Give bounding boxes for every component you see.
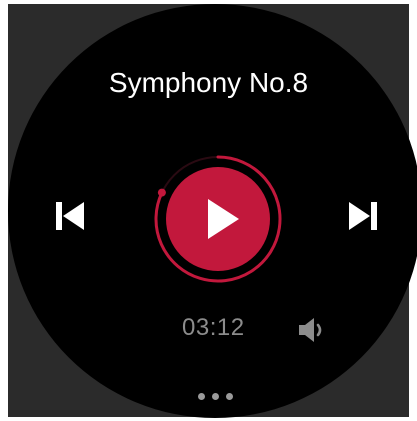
volume-button[interactable] <box>297 316 331 344</box>
volume-icon <box>299 318 322 342</box>
skip-previous-icon <box>56 202 84 230</box>
play-progress-cluster <box>151 152 285 286</box>
next-track-button[interactable] <box>343 196 383 236</box>
page-dot <box>198 393 205 400</box>
progress-knob[interactable] <box>157 188 166 197</box>
page-indicator[interactable] <box>198 393 236 401</box>
page-dot <box>226 393 233 400</box>
track-title: Symphony No.8 <box>108 67 309 98</box>
play-button[interactable] <box>166 167 270 271</box>
skip-next-icon <box>349 202 377 230</box>
page-dot <box>212 393 219 400</box>
progress-ring <box>154 155 282 283</box>
previous-track-button[interactable] <box>49 196 89 236</box>
elapsed-time: 03:12 <box>182 314 245 341</box>
